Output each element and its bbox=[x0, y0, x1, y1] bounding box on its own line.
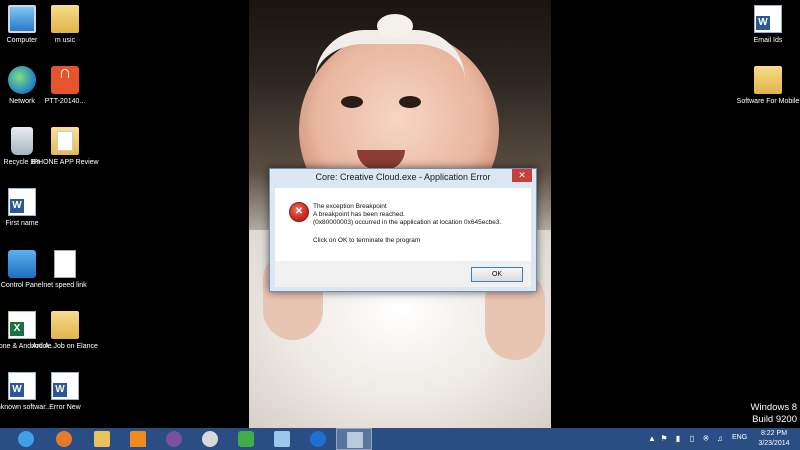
taskbar-clock-app[interactable] bbox=[192, 428, 228, 450]
text-file-icon bbox=[54, 250, 76, 278]
taskbar-file-explorer[interactable] bbox=[84, 428, 120, 450]
flag-icon[interactable]: ⚑ bbox=[660, 434, 668, 443]
windows-version-watermark: Windows 8 bbox=[750, 402, 797, 413]
taskbar-vlc[interactable] bbox=[120, 428, 156, 450]
dialog-titlebar[interactable]: Core: Creative Cloud.exe - Application E… bbox=[270, 169, 536, 188]
wallpaper-eye-right bbox=[399, 96, 421, 108]
taskbar-teamviewer[interactable] bbox=[300, 428, 336, 450]
desktop-icon-label: Software For Mobile bbox=[736, 98, 800, 105]
desktop-icon-email-ids[interactable]: Email Ids bbox=[733, 5, 800, 45]
wallpaper-eye-left bbox=[341, 96, 363, 108]
input-language[interactable]: ENG bbox=[732, 434, 747, 441]
firefox-icon bbox=[56, 431, 72, 447]
ok-button[interactable]: OK bbox=[471, 267, 523, 282]
word-document-icon bbox=[8, 188, 36, 216]
error-message-line-3: (0x80000003) occurred in the application… bbox=[313, 219, 502, 226]
bluetooth-icon[interactable]: ※ bbox=[702, 434, 710, 443]
application-error-dialog: Core: Creative Cloud.exe - Application E… bbox=[269, 168, 537, 292]
desktop-icon-ptt[interactable]: PTT-20140... bbox=[30, 66, 100, 106]
clock-date: 3/23/2014 bbox=[758, 440, 790, 447]
desktop-icon-label: PTT-20140... bbox=[44, 98, 86, 105]
folder-icon bbox=[51, 311, 79, 339]
desktop-icon-label: Article Job on Elance bbox=[32, 343, 98, 350]
desktop-icon-label: m usic bbox=[54, 37, 76, 44]
desktop-icon-software-for-mobile[interactable]: Software For Mobile bbox=[733, 66, 800, 106]
taskbar-green-app[interactable] bbox=[228, 428, 264, 450]
battery-icon[interactable]: ▯ bbox=[688, 434, 696, 443]
wallpaper-headband bbox=[315, 30, 465, 86]
file-explorer-icon bbox=[94, 431, 110, 447]
windows-build-watermark: Build 9200 bbox=[752, 414, 797, 425]
document-folder-icon bbox=[51, 127, 79, 155]
desktop-icon-label: net speed link bbox=[43, 282, 87, 289]
audio-file-icon bbox=[51, 66, 79, 94]
dialog-title: Core: Creative Cloud.exe - Application E… bbox=[315, 172, 491, 182]
error-icon bbox=[289, 202, 309, 222]
error-message-line-4: Click on OK to terminate the program bbox=[313, 237, 421, 244]
taskbar-firefox[interactable] bbox=[46, 428, 82, 450]
taskbar-active-window[interactable] bbox=[336, 428, 372, 450]
dialog-body: The exception Breakpoint A breakpoint ha… bbox=[275, 188, 531, 261]
internet-explorer-icon bbox=[18, 431, 34, 447]
desktop-icon-label: First name bbox=[5, 220, 39, 227]
folder-icon bbox=[754, 66, 782, 94]
taskbar-internet-explorer[interactable] bbox=[8, 428, 44, 450]
vlc-icon bbox=[130, 431, 146, 447]
desktop-icon-music[interactable]: m usic bbox=[30, 5, 100, 45]
taskbar-clock[interactable]: 8:22 PM 3/23/2014 bbox=[752, 429, 796, 449]
word-document-icon bbox=[51, 372, 79, 400]
taskbar-paint-app[interactable] bbox=[264, 428, 300, 450]
desktop-icon-article-job[interactable]: Article Job on Elance bbox=[30, 311, 100, 351]
show-hidden-icons-icon[interactable]: ▲ bbox=[648, 434, 656, 443]
signal-icon[interactable]: ▮ bbox=[674, 434, 682, 443]
clock-app-icon bbox=[202, 431, 218, 447]
desktop-icon-label: Email Ids bbox=[753, 37, 783, 44]
taskbar-viber[interactable] bbox=[156, 428, 192, 450]
volume-icon[interactable]: ♫ bbox=[716, 434, 724, 443]
paint-app-icon bbox=[274, 431, 290, 447]
error-message-line-1: The exception Breakpoint bbox=[313, 203, 387, 210]
desktop-icon-first-name[interactable]: First name bbox=[0, 188, 57, 228]
word-document-icon bbox=[754, 5, 782, 33]
close-button[interactable]: ✕ bbox=[512, 169, 532, 182]
desktop-icon-net-speed-link[interactable]: net speed link bbox=[30, 250, 100, 290]
wallpaper-bow bbox=[377, 14, 413, 38]
error-message-line-2: A breakpoint has been reached. bbox=[313, 211, 405, 218]
taskbar: ▲ ⚑ ▮ ▯ ※ ♫ ENG 8:22 PM 3/23/2014 bbox=[0, 428, 800, 450]
desktop-icon-error-new[interactable]: Error New bbox=[30, 372, 100, 412]
desktop-icon-label: IPHONE APP Review bbox=[31, 159, 99, 166]
viber-icon bbox=[166, 431, 182, 447]
dialog-footer: OK bbox=[275, 261, 531, 287]
teamviewer-icon bbox=[310, 431, 326, 447]
green-app-icon bbox=[238, 431, 254, 447]
desktop-icon-label: Error New bbox=[49, 404, 81, 411]
folder-icon bbox=[51, 5, 79, 33]
window-app-icon bbox=[347, 432, 363, 448]
clock-time: 8:22 PM bbox=[760, 430, 788, 437]
desktop-icon-iphone-app-review[interactable]: IPHONE APP Review bbox=[30, 127, 100, 167]
